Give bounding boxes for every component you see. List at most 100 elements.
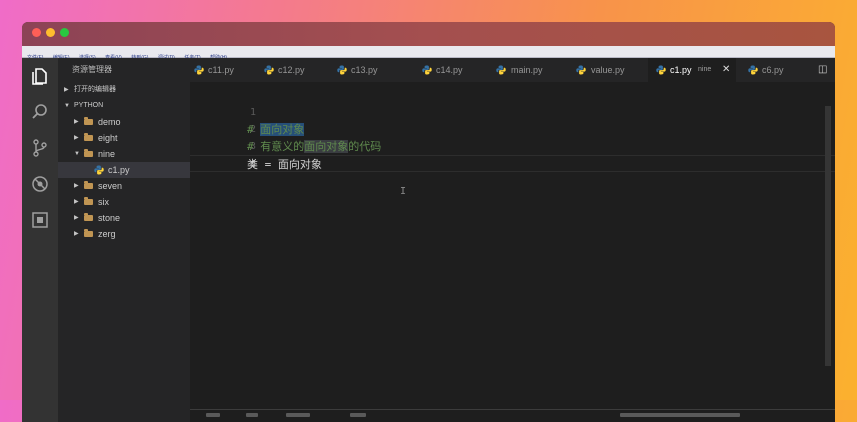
folder-stone[interactable]: ▶ stone	[58, 210, 190, 226]
panel-tabs-strip	[190, 409, 835, 422]
close-window-button[interactable]	[32, 28, 41, 37]
chevron-right-icon: ▶	[74, 183, 79, 189]
tab-c6-py[interactable]: c6.py	[740, 58, 802, 82]
extensions-icon[interactable]	[30, 210, 50, 230]
explorer-sidebar: 资源管理器 ▶ 打开的编辑器 ▼ PYTHON ▶ demo ▶ eight ▼…	[58, 58, 190, 422]
chevron-right-icon: ▶	[74, 119, 79, 125]
code-text: 类 = 面向对象	[247, 158, 322, 171]
editor-scrollbar[interactable]	[825, 106, 831, 366]
tab-c14-py[interactable]: c14.py	[406, 58, 476, 82]
tab-label: value.py	[591, 65, 625, 75]
explorer-icon[interactable]	[30, 66, 50, 86]
chevron-right-icon: ▶	[74, 231, 79, 237]
menu-bar: 文件(F) 编辑(E) 选择(S) 查看(V) 转到(G) 调试(D) 任务(T…	[22, 46, 835, 61]
line-number: 1	[249, 107, 256, 118]
comment-prefix: # 有意义的	[247, 140, 305, 153]
python-file-icon	[337, 65, 347, 75]
python-file-icon	[748, 65, 758, 75]
folder-label: demo	[98, 117, 121, 127]
close-icon[interactable]: ✕	[722, 58, 730, 82]
tab-label: c1.py	[670, 65, 692, 75]
ibeam-cursor-icon: I	[400, 186, 407, 197]
folder-icon	[84, 133, 93, 141]
chevron-down-icon: ▼	[74, 151, 80, 157]
folder-icon	[84, 213, 93, 221]
code-text: # 面向对象	[247, 121, 305, 138]
chevron-down-icon: ▼	[64, 103, 70, 109]
sidebar-title: 资源管理器	[72, 65, 112, 74]
python-file-icon	[264, 65, 274, 75]
tab-c13-py[interactable]: c13.py	[333, 58, 403, 82]
open-editors-label: 打开的编辑器	[74, 86, 116, 93]
folder-label: seven	[98, 181, 123, 191]
folder-icon	[84, 181, 93, 189]
workspace-label: PYTHON	[74, 102, 104, 109]
tab-label: c11.py	[208, 65, 234, 75]
minimize-window-button[interactable]	[46, 28, 55, 37]
folder-label: zerg	[98, 229, 116, 239]
workspace-section[interactable]: ▼ PYTHON	[58, 98, 190, 114]
source-control-icon[interactable]	[30, 138, 50, 158]
activity-bar	[22, 58, 58, 422]
tab-label: c6.py	[762, 65, 784, 75]
panel-tab[interactable]	[206, 413, 220, 417]
folder-label: eight	[98, 133, 118, 143]
folder-nine[interactable]: ▼ nine	[58, 146, 190, 162]
python-file-icon	[94, 165, 104, 175]
comment-suffix: 的代码	[348, 140, 382, 153]
code-line: 1	[190, 104, 835, 121]
panel-tab[interactable]	[246, 413, 258, 417]
search-icon[interactable]	[30, 102, 50, 122]
code-editor[interactable]: 1 2 # 面向对象 3 # 有意义的面向对象的代码 4 类 = 面向对象 I	[190, 82, 835, 422]
code-text: # 有意义的面向对象的代码	[247, 138, 381, 155]
file-c1-py[interactable]: c1.py	[58, 162, 190, 178]
python-file-icon	[656, 65, 666, 75]
python-file-icon	[194, 65, 204, 75]
tab-label: c14.py	[436, 65, 463, 75]
folder-eight[interactable]: ▶ eight	[58, 130, 190, 146]
title-bar	[22, 22, 835, 46]
chevron-right-icon: ▶	[74, 199, 79, 205]
match-highlight: 面向对象	[304, 140, 349, 153]
python-file-icon	[422, 65, 432, 75]
tab-c11-py[interactable]: c11.py	[190, 58, 250, 82]
code-line: 3 # 有意义的面向对象的代码	[190, 138, 835, 155]
file-label: c1.py	[108, 165, 130, 175]
panel-tab[interactable]	[286, 413, 310, 417]
python-file-icon	[496, 65, 506, 75]
panel-tab[interactable]	[350, 413, 366, 417]
code-line: 2 # 面向对象	[190, 121, 835, 138]
debug-icon[interactable]	[30, 174, 50, 194]
python-file-icon	[576, 65, 586, 75]
open-editors-section[interactable]: ▶ 打开的编辑器	[58, 82, 190, 98]
tab-description: nine	[698, 66, 712, 73]
folder-label: stone	[98, 213, 121, 223]
comment-hash: #	[247, 123, 261, 136]
editor-tabs: c11.py c12.py c13.py c14.py main.py valu…	[190, 58, 835, 82]
selection-highlight: 面向对象	[260, 123, 305, 136]
folder-icon	[84, 197, 93, 205]
folder-demo[interactable]: ▶ demo	[58, 114, 190, 130]
code-line-current: 4 类 = 面向对象	[190, 155, 835, 172]
folder-zerg[interactable]: ▶ zerg	[58, 226, 190, 242]
tab-main-py[interactable]: main.py	[480, 58, 555, 82]
zoom-window-button[interactable]	[60, 28, 69, 37]
tab-label: c13.py	[351, 65, 378, 75]
chevron-right-icon: ▶	[74, 215, 79, 221]
folder-icon	[84, 229, 93, 237]
folder-label: six	[98, 197, 109, 207]
vscode-window: 文件(F) 编辑(E) 选择(S) 查看(V) 转到(G) 调试(D) 任务(T…	[22, 22, 835, 422]
tab-value-py[interactable]: value.py	[560, 58, 640, 82]
split-editor-icon[interactable]: ◫	[818, 58, 827, 82]
folder-seven[interactable]: ▶ seven	[58, 178, 190, 194]
chevron-right-icon: ▶	[74, 135, 79, 141]
folder-open-icon	[84, 149, 93, 157]
tab-c1-py[interactable]: c1.py nine ✕	[648, 58, 736, 82]
tab-c12-py[interactable]: c12.py	[260, 58, 330, 82]
folder-six[interactable]: ▶ six	[58, 194, 190, 210]
chevron-right-icon: ▶	[64, 87, 69, 93]
panel-dropdown[interactable]	[620, 413, 740, 417]
folder-label: nine	[98, 149, 116, 159]
tab-label: c12.py	[278, 65, 305, 75]
tab-label: main.py	[511, 65, 543, 75]
